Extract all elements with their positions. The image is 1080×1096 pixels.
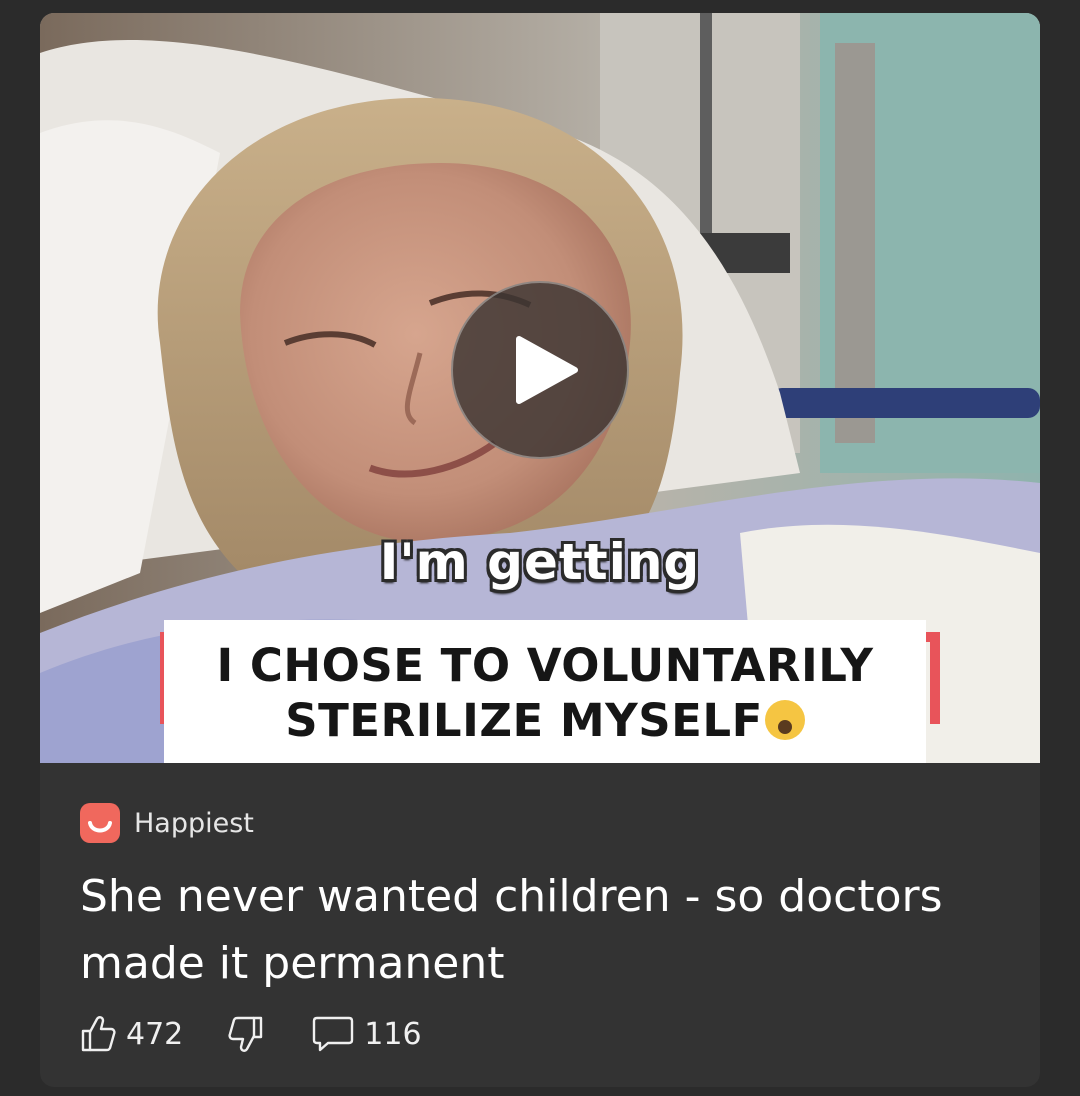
card-info: Happiest She never wanted children - so …: [40, 763, 1040, 1087]
screaming-face-emoji-icon: [764, 700, 805, 740]
video-banner: I CHOSE TO VOLUNTARILY STERILIZE MYSELF: [160, 618, 940, 763]
play-button[interactable]: [451, 281, 629, 459]
thumbs-down-icon: [228, 1016, 263, 1052]
happiest-logo-icon: [80, 803, 120, 843]
comment-icon: [313, 1016, 354, 1052]
video-caption-overlay: I'm getting: [379, 533, 701, 591]
thumbs-up-icon: [81, 1016, 116, 1052]
banner-line-2: STERILIZE MYSELF: [285, 694, 763, 747]
banner-text-box: I CHOSE TO VOLUNTARILY STERILIZE MYSELF: [164, 620, 926, 763]
like-button[interactable]: 472: [80, 1015, 183, 1053]
comment-count: 116: [364, 1016, 422, 1052]
source-name: Happiest: [134, 807, 254, 839]
dislike-button[interactable]: [228, 1015, 266, 1053]
comment-button[interactable]: 116: [312, 1015, 422, 1053]
reaction-bar: 472 116: [80, 1011, 422, 1057]
article-headline[interactable]: She never wanted children - so doctors m…: [80, 863, 1010, 997]
source-attribution[interactable]: Happiest: [80, 803, 254, 843]
news-card[interactable]: I'm getting I CHOSE TO VOLUNTARILY STERI…: [40, 13, 1040, 1087]
banner-line-1: I CHOSE TO VOLUNTARILY: [216, 639, 874, 692]
like-count: 472: [126, 1016, 184, 1052]
play-icon: [516, 336, 578, 404]
video-thumbnail[interactable]: I'm getting I CHOSE TO VOLUNTARILY STERI…: [40, 13, 1040, 763]
